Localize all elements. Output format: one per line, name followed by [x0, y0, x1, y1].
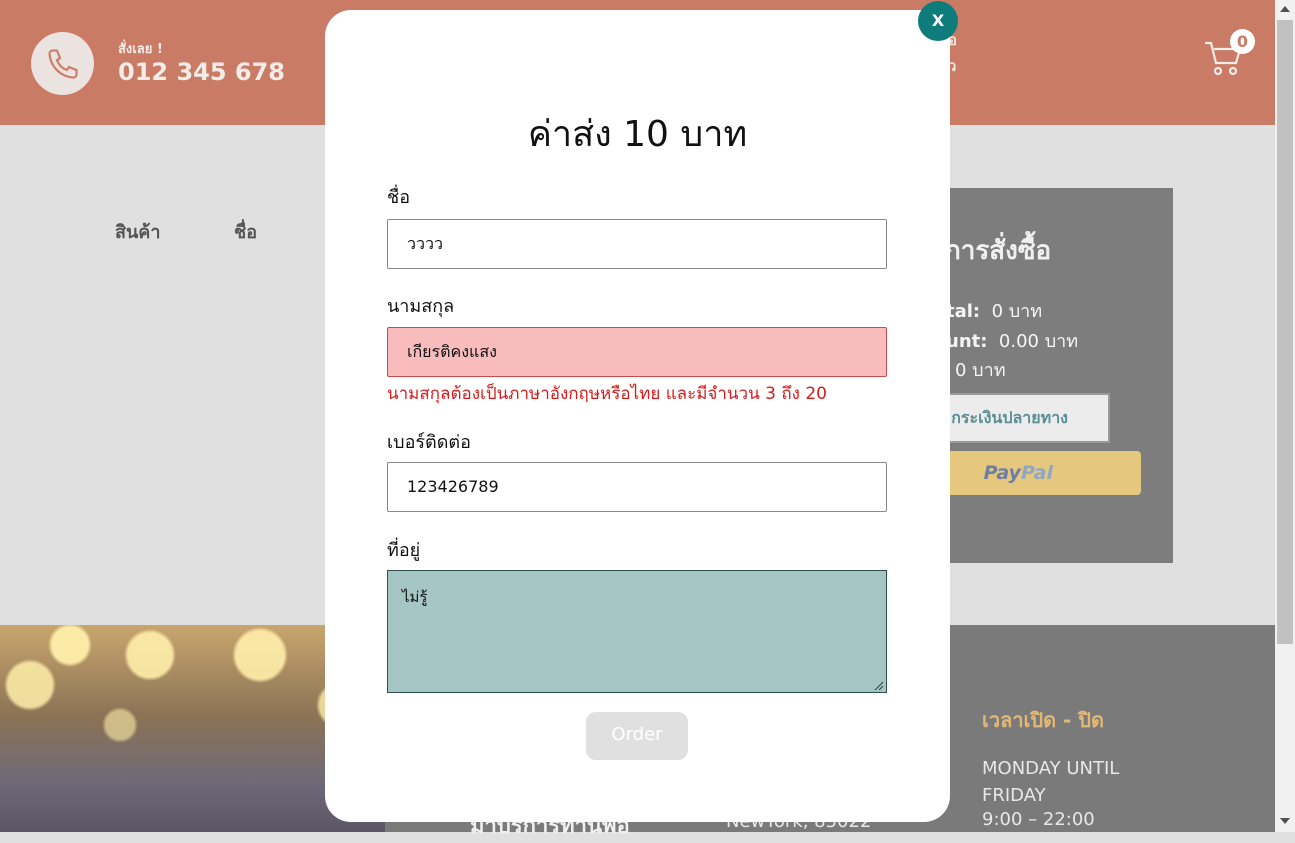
phone-number[interactable]: 012 345 678 [118, 58, 285, 86]
phone-input[interactable]: 123426789 [387, 462, 887, 512]
order-summary-title: การสั่งซื้อ [945, 236, 1052, 266]
last-name-error-message: นามสกุลต้องเป็นภาษาอังกฤษหรือไทย และมีจำ… [387, 384, 827, 404]
first-name-input[interactable]: วววว [387, 219, 887, 269]
phone-label: เบอร์ติดต่อ [387, 432, 471, 453]
discount-row: unt: 0.00 บาท [946, 326, 1078, 355]
paypal-logo-pay: Pay [983, 462, 1021, 484]
last-name-label: นามสกุล [387, 296, 455, 317]
subtotal-label: tal: [946, 301, 981, 322]
modal-title: ค่าส่ง 10 บาท [527, 114, 748, 155]
column-header-product: สินค้า [115, 222, 161, 243]
close-modal-button[interactable]: X [918, 1, 958, 41]
discount-label: unt: [946, 331, 988, 352]
first-name-label: ชื่อ [387, 187, 411, 208]
discount-value: 0.00 บาท [998, 331, 1079, 352]
paypal-logo-pal: Pal [1020, 462, 1053, 484]
address-label: ที่อยู่ [387, 540, 421, 561]
cart-count-badge: 0 [1230, 29, 1255, 54]
scroll-up-arrow-icon[interactable] [1280, 6, 1290, 12]
address-textarea[interactable]: ไม่รู้ [387, 570, 887, 693]
total-value: 0 บาท [955, 360, 1006, 381]
opening-hours-heading: เวลาเปิด - ปิด [982, 708, 1104, 732]
opening-hours-time: 9:00 – 22:00 [982, 809, 1095, 830]
scrollbar-thumb[interactable] [1277, 20, 1293, 644]
phone-icon-circle [31, 32, 94, 95]
last-name-input[interactable]: เกียรติคงแสง [387, 327, 887, 377]
column-header-name: ชื่อ [234, 222, 258, 243]
opening-hours-days: MONDAY UNTIL FRIDAY [982, 758, 1120, 806]
subtotal-value: 0 บาท [991, 301, 1043, 322]
resize-grip-icon[interactable] [872, 679, 884, 691]
order-now-label: สั่งเลย ! [118, 42, 163, 57]
phone-icon [48, 49, 78, 79]
order-button[interactable]: Order [586, 712, 688, 760]
scroll-down-arrow-icon[interactable] [1280, 818, 1290, 824]
subtotal-row: tal: 0 บาท [946, 296, 1042, 325]
